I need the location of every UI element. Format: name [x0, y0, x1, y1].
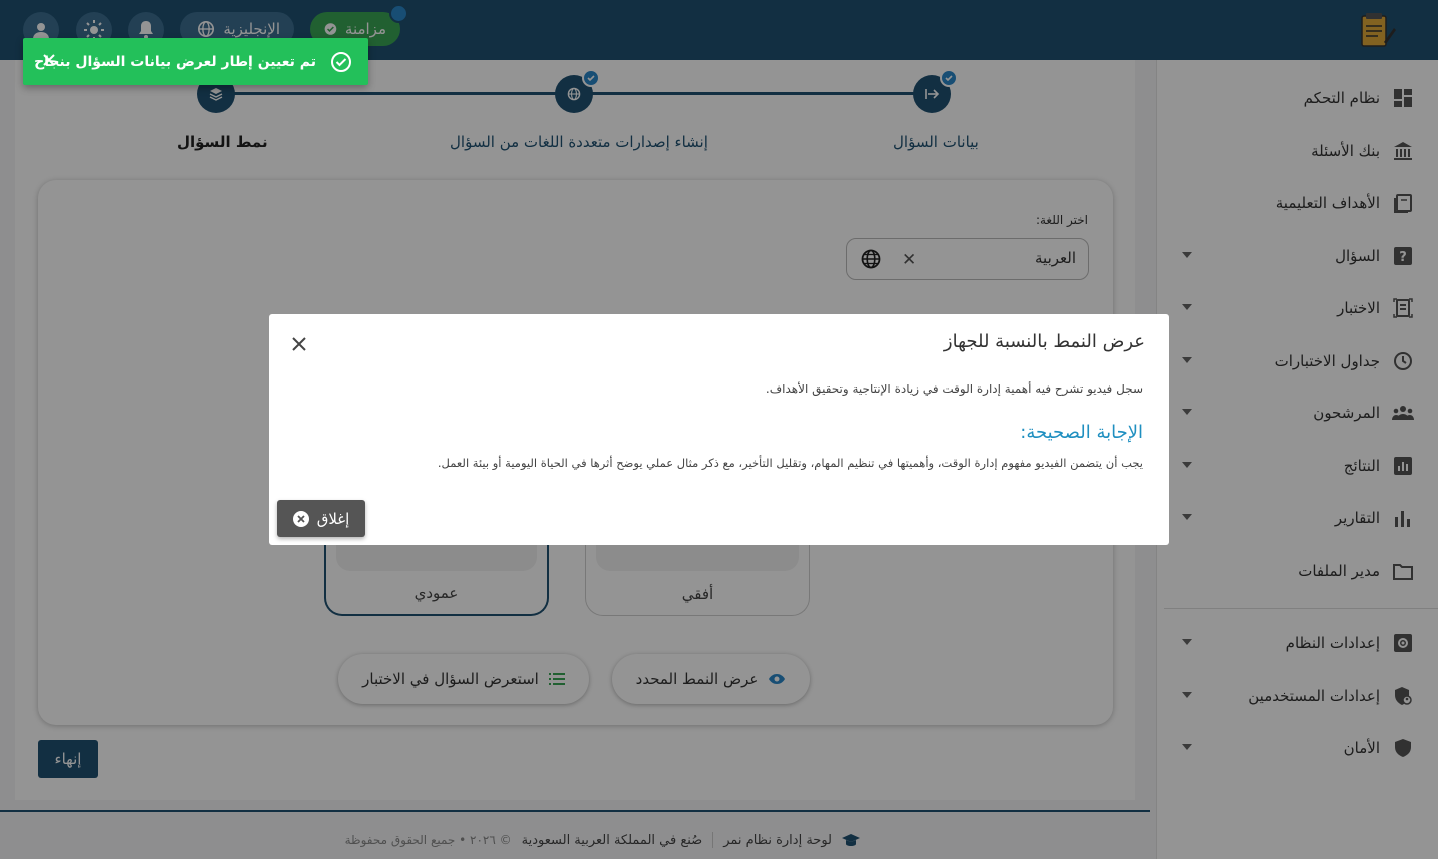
modal-answer-heading: الإجابة الصحيحة:: [1020, 422, 1143, 443]
device-layout-modal: عرض النمط بالنسبة للجهاز سجل فيديو تشرح …: [269, 314, 1169, 545]
modal-question-text: سجل فيديو تشرح فيه أهمية إدارة الوقت في …: [765, 382, 1143, 396]
modal-close-label: إغلاق: [316, 509, 350, 528]
modal-close-button[interactable]: إغلاق: [277, 500, 365, 537]
close-icon[interactable]: [289, 334, 309, 354]
modal-answer-text: يجب أن يتضمن الفيديو مفهوم إدارة الوقت، …: [437, 456, 1143, 470]
close-icon[interactable]: [41, 52, 57, 68]
modal-title: عرض النمط بالنسبة للجهاز: [943, 331, 1145, 352]
close-circle-icon: [292, 510, 309, 527]
check-circle-icon: [331, 51, 351, 72]
toast-message: تم تعيين إطار لعرض بيانات السؤال بنجاح: [34, 53, 316, 70]
success-toast: تم تعيين إطار لعرض بيانات السؤال بنجاح: [23, 38, 368, 85]
